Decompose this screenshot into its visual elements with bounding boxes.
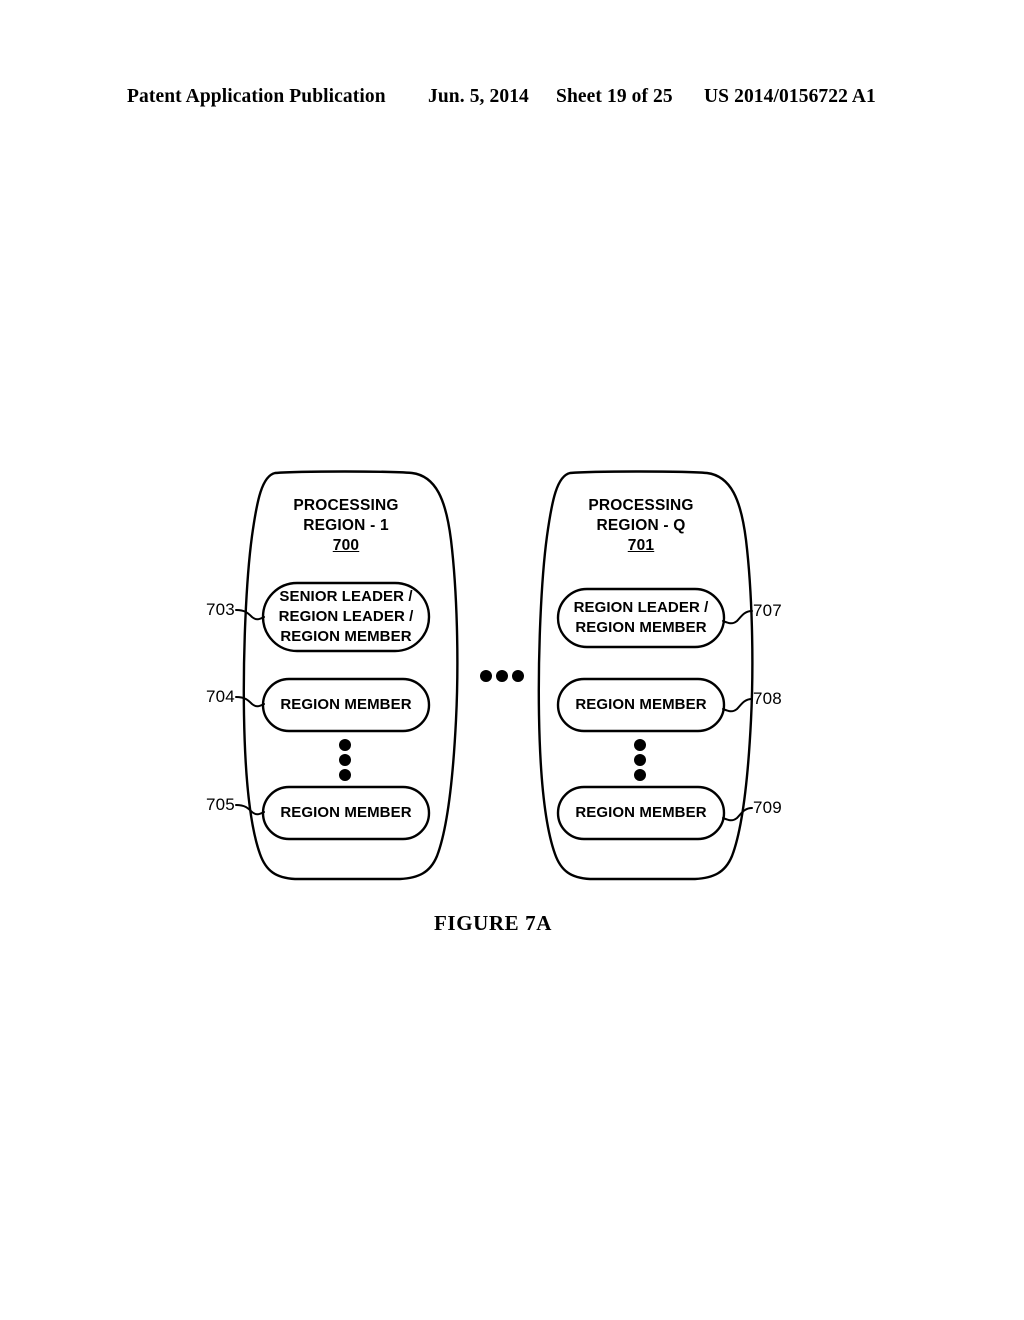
node-709-label: REGION MEMBER xyxy=(558,803,724,823)
figure-7a: PROCESSING REGION - 1 700 SENIOR LEADER … xyxy=(0,0,1024,1320)
node-707-label: REGION LEADER / REGION MEMBER xyxy=(558,598,724,638)
node-704-label-line1: REGION MEMBER xyxy=(280,696,412,713)
leader-line-709 xyxy=(722,807,753,822)
node-708-label: REGION MEMBER xyxy=(558,695,724,715)
ref-label-709: 709 xyxy=(753,798,782,817)
between-regions-ellipsis xyxy=(480,670,524,682)
node-707-label-line1: REGION LEADER / xyxy=(573,599,709,616)
ref-label-703: 703 xyxy=(206,600,235,619)
leader-line-704 xyxy=(235,696,265,708)
leader-line-707 xyxy=(722,610,753,625)
region-1-ref-number: 700 xyxy=(332,537,360,554)
leader-line-708 xyxy=(722,698,753,713)
node-703-label-line3: REGION MEMBER xyxy=(280,628,412,645)
region-1-title-line1: PROCESSING xyxy=(293,497,399,514)
node-703-label-line2: REGION LEADER / xyxy=(278,608,414,625)
ref-label-708: 708 xyxy=(753,689,782,708)
region-q-vertical-ellipsis xyxy=(634,739,646,781)
node-708-label-line1: REGION MEMBER xyxy=(575,696,707,713)
node-703-label-line1: SENIOR LEADER / xyxy=(279,588,413,605)
region-1-vertical-ellipsis xyxy=(339,739,351,781)
node-709-label-line1: REGION MEMBER xyxy=(575,804,707,821)
node-703-label: SENIOR LEADER / REGION LEADER / REGION M… xyxy=(263,587,429,647)
region-q-title-line1: PROCESSING xyxy=(588,497,694,514)
node-705-label: REGION MEMBER xyxy=(263,803,429,823)
node-704-label: REGION MEMBER xyxy=(263,695,429,715)
region-1-title-line2: REGION - 1 xyxy=(303,517,389,534)
ref-label-705: 705 xyxy=(206,795,235,814)
ref-label-704: 704 xyxy=(206,687,235,706)
leader-line-703 xyxy=(235,609,265,621)
region-q-title-line2: REGION - Q xyxy=(596,517,686,534)
figure-drawing xyxy=(235,470,754,881)
figure-caption: FIGURE 7A xyxy=(434,911,552,935)
node-705-label-line1: REGION MEMBER xyxy=(280,804,412,821)
node-707-label-line2: REGION MEMBER xyxy=(575,619,707,636)
region-q-title: PROCESSING REGION - Q 701 xyxy=(558,496,724,556)
region-1-title: PROCESSING REGION - 1 700 xyxy=(263,496,429,556)
region-q-ref-number: 701 xyxy=(627,537,655,554)
ref-label-707: 707 xyxy=(753,601,782,620)
